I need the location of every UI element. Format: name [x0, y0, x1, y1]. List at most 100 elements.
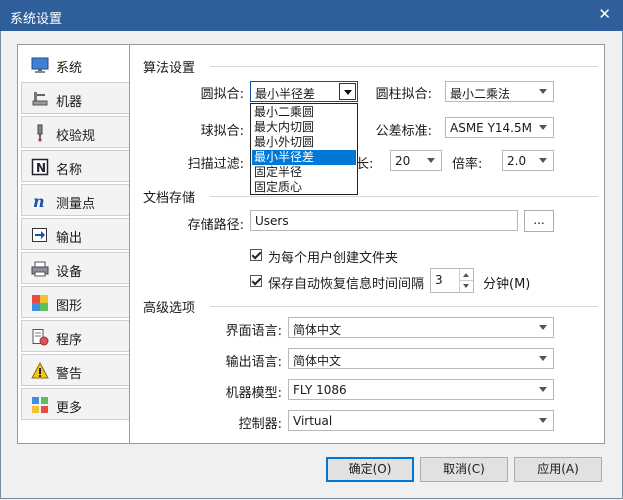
section-title-algorithm: 算法设置 [143, 61, 196, 76]
svg-text:N: N [36, 161, 46, 175]
machine-icon [32, 92, 48, 106]
chevron-down-icon [427, 158, 435, 163]
autosave-checkbox[interactable] [250, 275, 262, 287]
svg-text:n: n [33, 192, 45, 210]
autosave-interval-spinner[interactable]: 3 [430, 268, 474, 293]
window-title: 系统设置 [10, 12, 63, 27]
dropdown-option-selected[interactable]: 最小半径差 [252, 150, 356, 165]
length-select[interactable]: 20 [390, 150, 442, 171]
sidebar: 系统 机器 校验规 N 名称 n 测量点 输出 设备 图形 程序 警告 更多 [17, 44, 134, 444]
sidebar-item-device[interactable]: 设备 [21, 252, 130, 284]
checkmark-icon [251, 249, 262, 260]
ui-language-select[interactable]: 简体中文 [288, 317, 554, 338]
apply-button[interactable]: 应用(A) [514, 457, 602, 482]
chevron-down-icon [539, 356, 547, 361]
sidebar-item-output[interactable]: 输出 [21, 218, 130, 250]
sidebar-item-calibration[interactable]: 校验规 [21, 116, 130, 148]
dropdown-option[interactable]: 固定质心 [252, 180, 356, 195]
machine-model-label: 机器模型: [225, 386, 282, 401]
sidebar-item-graphics[interactable]: 图形 [21, 286, 130, 318]
circle-fit-select[interactable]: 最小半径差 [250, 81, 358, 102]
program-icon [32, 329, 49, 346]
machine-model-value: FLY 1086 [293, 383, 347, 397]
per-user-folder-label: 为每个用户创建文件夹 [268, 251, 399, 266]
length-label: 长: [356, 157, 374, 172]
checkmark-icon [251, 275, 262, 286]
sidebar-item-name[interactable]: N 名称 [21, 150, 130, 182]
storage-path-value: Users [255, 214, 289, 228]
sidebar-item-label: 输出 [56, 231, 83, 246]
graphics-icon [32, 295, 48, 311]
measure-point-icon: n [33, 192, 45, 210]
cylinder-fit-label: 圆柱拟合: [375, 87, 432, 102]
chevron-down-icon [539, 387, 547, 392]
sidebar-item-label: 更多 [56, 401, 83, 416]
probe-icon [37, 124, 43, 142]
dropdown-option[interactable]: 最大内切圆 [252, 120, 356, 135]
machine-model-select[interactable]: FLY 1086 [288, 379, 554, 400]
ui-language-label: 界面语言: [225, 324, 282, 339]
output-icon [32, 228, 47, 242]
sidebar-item-machine[interactable]: 机器 [21, 82, 130, 114]
sidebar-item-program[interactable]: 程序 [21, 320, 130, 352]
sidebar-item-warning[interactable]: 警告 [21, 354, 130, 386]
section-divider [210, 306, 598, 307]
sidebar-item-label: 系统 [56, 61, 83, 76]
name-icon: N [31, 158, 49, 176]
browse-button[interactable]: ... [524, 210, 554, 232]
dropdown-option[interactable]: 最小外切圆 [252, 135, 356, 150]
tolerance-standard-value: ASME Y14.5M [450, 121, 532, 135]
section-title-advanced: 高级选项 [143, 301, 196, 316]
output-language-value: 简体中文 [293, 354, 342, 368]
sidebar-item-label: 名称 [56, 163, 83, 178]
per-user-folder-checkbox[interactable] [250, 249, 262, 261]
sidebar-item-label: 程序 [56, 333, 83, 348]
autosave-unit-label: 分钟(M) [483, 277, 531, 292]
warning-icon [31, 362, 49, 379]
output-language-label: 输出语言: [225, 355, 282, 370]
sidebar-item-more[interactable]: 更多 [21, 388, 130, 420]
ok-button[interactable]: 确定(O) [326, 457, 414, 482]
storage-path-input[interactable]: Users [250, 210, 518, 231]
cancel-button[interactable]: 取消(C) [420, 457, 508, 482]
close-icon[interactable]: ✕ [598, 7, 611, 22]
sphere-fit-label: 球拟合: [200, 124, 244, 139]
title-bar: 系统设置 ✕ [0, 0, 623, 31]
section-title-documents: 文档存储 [143, 191, 196, 206]
circle-fit-dropdown-list: 最小二乘圆 最大内切圆 最小外切圆 最小半径差 固定半径 固定质心 [250, 103, 358, 195]
chevron-down-icon [539, 89, 547, 94]
printer-icon [31, 261, 49, 277]
dropdown-option[interactable]: 固定半径 [252, 165, 356, 180]
sidebar-item-label: 校验规 [56, 129, 96, 144]
dropdown-option[interactable]: 最小二乘圆 [252, 105, 356, 120]
cylinder-fit-select[interactable]: 最小二乘法 [445, 81, 554, 102]
storage-path-label: 存储路径: [187, 218, 244, 233]
spin-down-icon[interactable] [459, 281, 473, 293]
scan-filter-label: 扫描过滤: [187, 157, 244, 172]
chevron-down-icon [539, 418, 547, 423]
cylinder-fit-value: 最小二乘法 [450, 87, 511, 101]
circle-fit-label: 圆拟合: [200, 87, 244, 102]
ratio-value: 2.0 [507, 154, 527, 168]
sidebar-item-measure-point[interactable]: n 测量点 [21, 184, 130, 216]
tolerance-standard-label: 公差标准: [375, 124, 432, 139]
section-divider [210, 66, 598, 67]
tolerance-standard-select[interactable]: ASME Y14.5M [445, 117, 554, 138]
monitor-icon [31, 57, 49, 73]
chevron-down-icon [539, 125, 547, 130]
sidebar-item-label: 图形 [56, 299, 83, 314]
autosave-interval-label: 保存自动恢复信息时间间隔 [268, 277, 425, 292]
sidebar-item-label: 警告 [56, 367, 83, 382]
output-language-select[interactable]: 简体中文 [288, 348, 554, 369]
sidebar-item-system[interactable]: 系统 [21, 48, 134, 80]
dropdown-button[interactable] [339, 83, 356, 100]
controller-select[interactable]: Virtual [288, 410, 554, 431]
autosave-interval-value: 3 [435, 273, 443, 287]
controller-label: 控制器: [238, 417, 282, 432]
length-value: 20 [395, 154, 411, 168]
sidebar-item-label: 设备 [56, 265, 83, 280]
ratio-label: 倍率: [452, 157, 483, 172]
spin-up-icon[interactable] [459, 269, 473, 281]
ratio-select[interactable]: 2.0 [502, 150, 554, 171]
chevron-down-icon [539, 158, 547, 163]
